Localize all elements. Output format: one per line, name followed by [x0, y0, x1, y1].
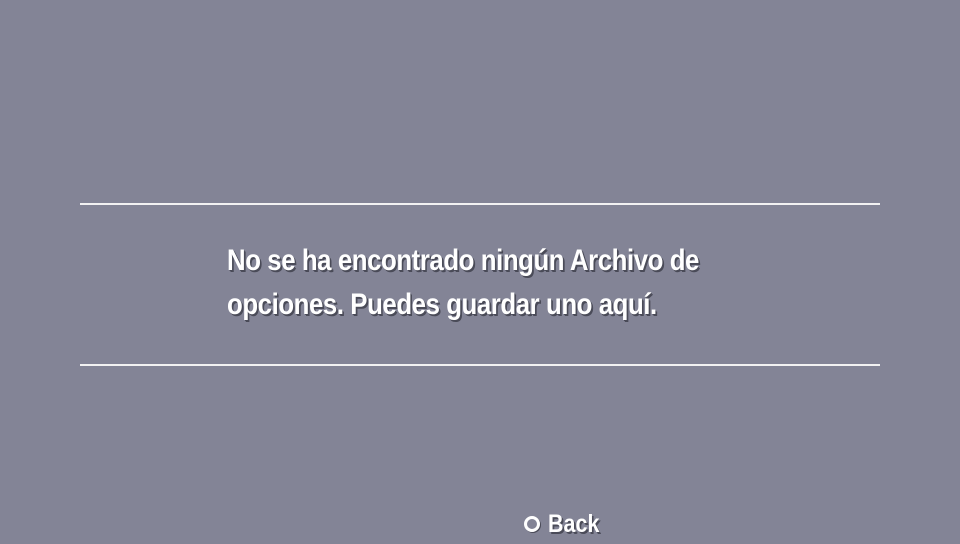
dialog-top-divider [80, 203, 880, 205]
dialog-message-line-1: No se ha encontrado ningún Archivo de [227, 244, 699, 277]
circle-button-icon [524, 516, 540, 532]
message-dialog: No se ha encontrado ningún Archivo de op… [80, 203, 880, 367]
back-button[interactable]: Back [524, 508, 608, 540]
dialog-bottom-divider [80, 364, 880, 366]
back-button-label: Back [548, 509, 600, 538]
dialog-message: No se ha encontrado ningún Archivo de op… [227, 239, 699, 327]
dialog-message-line-2: opciones. Puedes guardar uno aquí. [227, 288, 657, 321]
